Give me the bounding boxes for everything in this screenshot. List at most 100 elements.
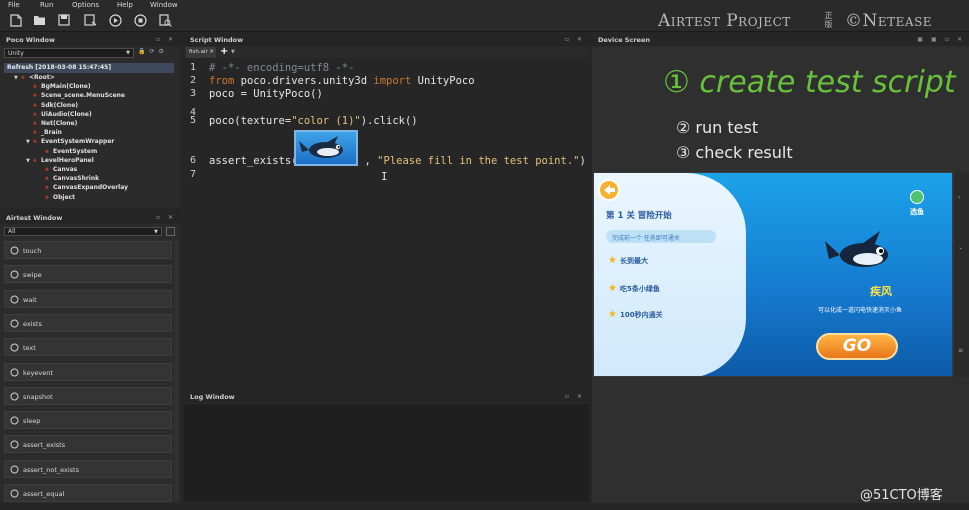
back-arrow-icon[interactable] xyxy=(598,179,620,201)
menu-run[interactable]: Run xyxy=(40,1,53,9)
select-fish-icon[interactable] xyxy=(910,190,924,204)
airtest-window-title: Airtest Window xyxy=(6,214,63,222)
save-icon[interactable] xyxy=(56,12,72,28)
screenshot-thumbnail[interactable] xyxy=(294,130,358,166)
code-line[interactable]: from poco.drivers.unity3d import UnityPo… xyxy=(209,75,475,87)
api-button-label: touch xyxy=(23,247,42,255)
select-fish-label[interactable]: 选鱼 xyxy=(910,207,924,217)
brand-name: Airtest Project xyxy=(658,11,791,31)
code-token: poco(texture= xyxy=(209,115,292,127)
report-icon[interactable] xyxy=(157,12,173,28)
api-button-assert-exists[interactable]: assert_exists xyxy=(4,435,172,454)
open-folder-icon[interactable] xyxy=(32,12,48,28)
step3-text: ③ check result xyxy=(676,143,793,162)
menu-window[interactable]: Window xyxy=(150,1,178,9)
code-line[interactable]: poco(texture="color (1)").click() xyxy=(209,115,418,127)
api-button-label: text xyxy=(23,344,36,353)
airtest-filter-value: All xyxy=(8,228,16,235)
expand-arrow-icon[interactable]: ▼ xyxy=(26,158,33,164)
run-icon[interactable] xyxy=(107,12,123,28)
tree-node[interactable]: ⚹ _Brain xyxy=(26,129,62,138)
poco-toolbar-icons[interactable]: 🔒⟳⚙ xyxy=(138,48,168,55)
close-icon[interactable]: ✕ xyxy=(209,49,214,55)
tree-node[interactable]: ⚹ Net(Clone) xyxy=(26,120,77,129)
tree-node[interactable]: ⚹ CanvasExpandOverlay xyxy=(38,184,128,193)
device-toolbar-icons[interactable]: ▣ ▣ ▫ ✕ xyxy=(917,36,965,43)
api-button-sleep[interactable]: sleep xyxy=(4,411,172,430)
tree-node[interactable]: ⚹ Canvas xyxy=(38,166,77,175)
api-button-swipe[interactable]: swipe xyxy=(4,265,172,284)
go-button[interactable]: GO xyxy=(816,333,898,360)
tree-node[interactable]: ⚹ BgMain(Clone) xyxy=(26,83,91,92)
tree-node[interactable]: ⚹ Object xyxy=(38,194,75,203)
api-button-label: swipe xyxy=(23,271,42,280)
panel-float-close-icon[interactable]: ▫ ✕ xyxy=(565,36,585,43)
code-line[interactable]: poco = UnityPoco() xyxy=(209,88,323,100)
swipe-icon xyxy=(10,270,19,279)
code-token: "color (1)" xyxy=(291,115,361,127)
new-file-icon[interactable] xyxy=(8,12,24,28)
panel-float-close-icon[interactable]: ▫ ✕ xyxy=(156,214,176,221)
add-tab-icon[interactable]: + xyxy=(220,46,228,57)
script-file-tab[interactable]: fish.air ✕ xyxy=(186,47,216,58)
api-button-wait[interactable]: wait xyxy=(4,289,172,308)
tree-node[interactable]: ▼ ⚹ EventSystemWrapper xyxy=(26,138,114,147)
line-number: 2 xyxy=(190,75,197,86)
game-screen[interactable]: 第 1 关 冒险开始 完成前一个 任务即可通关 ★ 长到最大 ★ 吃5条小绿鱼 ★ 1… xyxy=(593,172,953,377)
finger-icon xyxy=(10,246,19,255)
api-button-text[interactable]: text xyxy=(4,338,172,357)
refresh-row[interactable]: Refresh [2018-03-08 15:47:45] xyxy=(4,63,174,73)
device-side-rail[interactable]: ‹ ⌄ ≡ xyxy=(955,172,969,377)
filter-options-icon[interactable] xyxy=(166,227,175,236)
tree-node[interactable]: ⚹ CanvasShrink xyxy=(38,175,99,184)
api-button-assert-equal[interactable]: assert_equal xyxy=(4,484,172,502)
tree-node-label: EventSystem xyxy=(53,147,98,155)
menu-help[interactable]: Help xyxy=(117,1,133,9)
tree-node[interactable]: ▼ ⚹ LevelHeroPanel xyxy=(26,157,94,166)
code-token: poco = UnityPoco() xyxy=(209,88,323,100)
tree-node[interactable]: ▼ ⚹ <Root> xyxy=(14,74,55,83)
tree-node-label: LevelHeroPanel xyxy=(41,156,94,164)
code-line[interactable]: # -*- encoding=utf8 -*- xyxy=(209,62,354,74)
level-hint: 完成前一个 任务即可通关 xyxy=(606,230,716,243)
tree-node-label: UiAudio(Clone) xyxy=(41,110,92,118)
code-editor[interactable]: 1 # -*- encoding=utf8 -*- 2 from poco.drive… xyxy=(184,58,589,383)
airtest-scrollbar[interactable] xyxy=(174,240,179,502)
task-item: ★ 100秒内通关 xyxy=(608,309,663,320)
api-button-exists[interactable]: exists xyxy=(4,313,172,332)
code-line[interactable]: assert_exists(, "Please fill in the test… xyxy=(209,155,586,167)
node-icon: ⚹ xyxy=(33,110,37,118)
stop-icon[interactable] xyxy=(132,12,148,28)
node-icon: ⚹ xyxy=(33,138,37,146)
tree-node[interactable]: ⚹ Sdk(Clone) xyxy=(26,102,78,111)
api-button-touch[interactable]: touch xyxy=(4,241,172,259)
node-icon: ⚹ xyxy=(45,166,49,173)
tree-node[interactable]: ⚹ Scene_scene.MenuScene xyxy=(26,92,125,101)
star-icon: ★ xyxy=(608,255,617,266)
expand-arrow-icon[interactable]: ▼ xyxy=(14,75,21,81)
airtest-filter-select[interactable]: All ▼ xyxy=(4,227,162,236)
chevron-down-icon[interactable]: ▼ xyxy=(231,49,235,55)
menu-file[interactable]: File xyxy=(8,1,20,9)
tree-node[interactable]: ⚹ UiAudio(Clone) xyxy=(26,111,92,120)
api-button-label: keyevent xyxy=(23,368,53,377)
api-button-keyevent[interactable]: keyevent xyxy=(4,362,172,381)
task-item: ★ 吃5条小绿鱼 xyxy=(608,283,660,294)
tree-node[interactable]: ⚹ EventSystem xyxy=(38,148,97,157)
api-button-snapshot[interactable]: snapshot xyxy=(4,386,172,405)
save-as-icon[interactable] xyxy=(82,12,98,28)
api-button-assert-not-exists[interactable]: assert_not_exists xyxy=(4,459,172,478)
log-output[interactable] xyxy=(184,404,589,502)
chevron-down-icon[interactable]: ⌄ xyxy=(958,244,963,251)
script-window-title: Script Window xyxy=(190,36,244,44)
menu-lines-icon[interactable]: ≡ xyxy=(958,347,963,354)
text-icon xyxy=(10,343,19,352)
menu-bar: File Run Options Help Window xyxy=(0,0,969,10)
chevron-up-icon[interactable]: ‹ xyxy=(958,194,960,201)
panel-float-close-icon[interactable]: ▫ ✕ xyxy=(156,36,176,43)
poco-mode-select[interactable]: Unity ▼ xyxy=(4,48,134,58)
fish-description: 可以化成一道闪电快速消灭小鱼 xyxy=(818,307,903,314)
expand-arrow-icon[interactable]: ▼ xyxy=(26,139,33,145)
menu-options[interactable]: Options xyxy=(72,1,99,9)
panel-float-close-icon[interactable]: ▫ ✕ xyxy=(565,393,585,400)
